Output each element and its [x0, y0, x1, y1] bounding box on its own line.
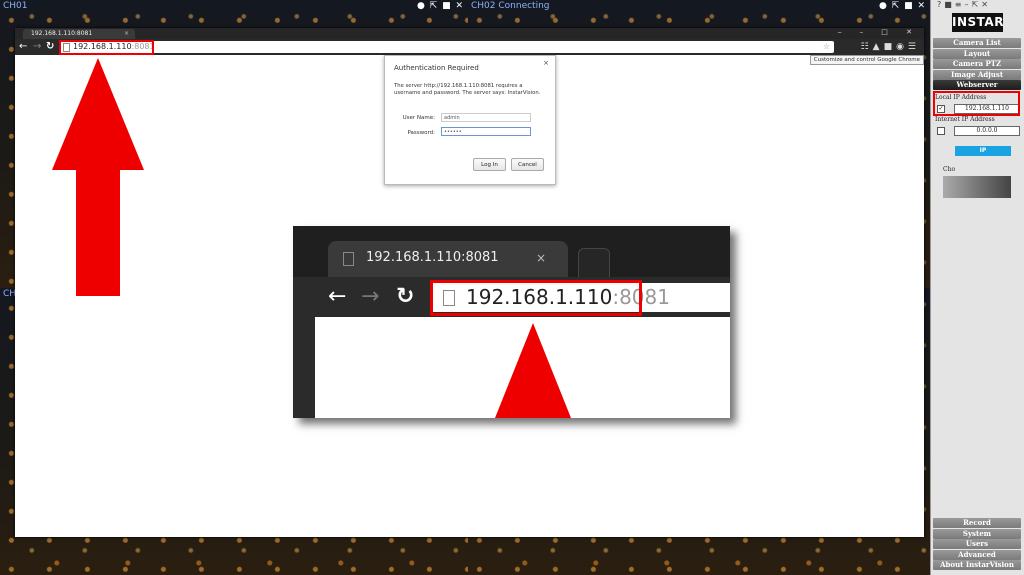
browser-tab-title: 192.168.1.110:8081	[31, 30, 93, 37]
camera-controls-icon[interactable]: ● ⇱ ■ ✕	[417, 1, 464, 11]
camera-label-ch02: CH02 Connecting	[471, 1, 550, 11]
close-icon[interactable]: ×	[543, 59, 549, 67]
menu-layout[interactable]: Layout	[933, 49, 1021, 59]
username-input[interactable]: admin	[441, 113, 531, 122]
menu-system[interactable]: System	[933, 529, 1021, 539]
password-label: Password:	[407, 130, 435, 136]
browser-tab[interactable]: 192.168.1.110:8081 ×	[23, 29, 135, 39]
menu-image-adjust[interactable]: Image Adjust	[933, 70, 1021, 80]
sidebar-preview-image	[943, 176, 1011, 198]
window-controls[interactable]: ⎯ – □ ✕	[838, 28, 920, 37]
address-bar[interactable]: 192.168.1.110:8081 ☆	[59, 41, 834, 53]
zoom-close-tab-icon: ×	[535, 251, 546, 265]
zoom-new-tab	[578, 248, 610, 279]
internet-ip-field[interactable]: 0.0.0.0	[954, 126, 1020, 136]
local-ip-highlight-box	[933, 91, 1020, 116]
username-label: User Name:	[402, 115, 435, 121]
reload-icon[interactable]: ↻	[46, 39, 54, 55]
zoom-page-icon	[343, 252, 354, 266]
forward-icon[interactable]: →	[33, 39, 41, 55]
zoom-tab-title: 192.168.1.110:8081	[366, 250, 499, 265]
menu-camera-ptz[interactable]: Camera PTZ	[933, 59, 1021, 69]
sidebar-window-icons[interactable]: ?■≡–⇱✕	[931, 0, 1024, 11]
menu-tooltip: Customize and control Google Chrome	[809, 55, 924, 65]
menu-webserver[interactable]: Webserver	[933, 80, 1021, 90]
arrow-up-left-icon	[52, 58, 144, 296]
zoom-browser-tab: 192.168.1.110:8081 ×	[328, 241, 568, 277]
url-highlight-box	[59, 40, 154, 55]
internet-ip-checkbox[interactable]	[937, 127, 945, 135]
toolbar-icons[interactable]: ☷▲■◉☰	[861, 39, 920, 55]
tab-strip: 192.168.1.110:8081 × ⎯ – □ ✕	[15, 28, 924, 39]
instar-logo: INSTAR	[952, 13, 1003, 32]
menu-users[interactable]: Users	[933, 539, 1021, 549]
auth-dialog: Authentication Required × The server htt…	[384, 55, 556, 185]
password-input[interactable]: ••••••	[441, 127, 531, 136]
ip-button[interactable]: IP	[955, 146, 1011, 156]
zoom-back-icon: ←	[328, 284, 347, 309]
login-button[interactable]: Log In	[473, 158, 506, 171]
menu-about[interactable]: About InstarVision	[933, 560, 1021, 570]
close-tab-icon[interactable]: ×	[124, 29, 129, 39]
arrow-up-center-icon	[495, 323, 571, 418]
zoom-forward-icon: →	[361, 284, 380, 309]
camera-label-ch01: CH01	[3, 1, 28, 11]
camera-controls-icon[interactable]: ● ⇱ ■ ✕	[879, 1, 926, 11]
back-icon[interactable]: ←	[19, 39, 27, 55]
zoom-url-highlight-box	[430, 280, 642, 316]
internet-ip-label: Internet IP Address	[935, 116, 995, 123]
cancel-button[interactable]: Cancel	[511, 158, 544, 171]
zoom-tab-strip: 192.168.1.110:8081 ×	[293, 226, 730, 279]
menu-camera-list[interactable]: Camera List	[933, 38, 1021, 48]
choose-label: Cho	[943, 166, 956, 173]
auth-message: The server http://192.168.1.110:8081 req…	[394, 83, 541, 96]
menu-advanced[interactable]: Advanced	[933, 550, 1021, 560]
star-icon[interactable]: ☆	[823, 41, 830, 53]
instar-sidebar: ?■≡–⇱✕ INSTAR Camera List Layout Camera …	[930, 0, 1024, 575]
menu-record[interactable]: Record	[933, 518, 1021, 528]
auth-dialog-title: Authentication Required	[394, 64, 479, 72]
zoom-reload-icon: ↻	[396, 284, 415, 309]
